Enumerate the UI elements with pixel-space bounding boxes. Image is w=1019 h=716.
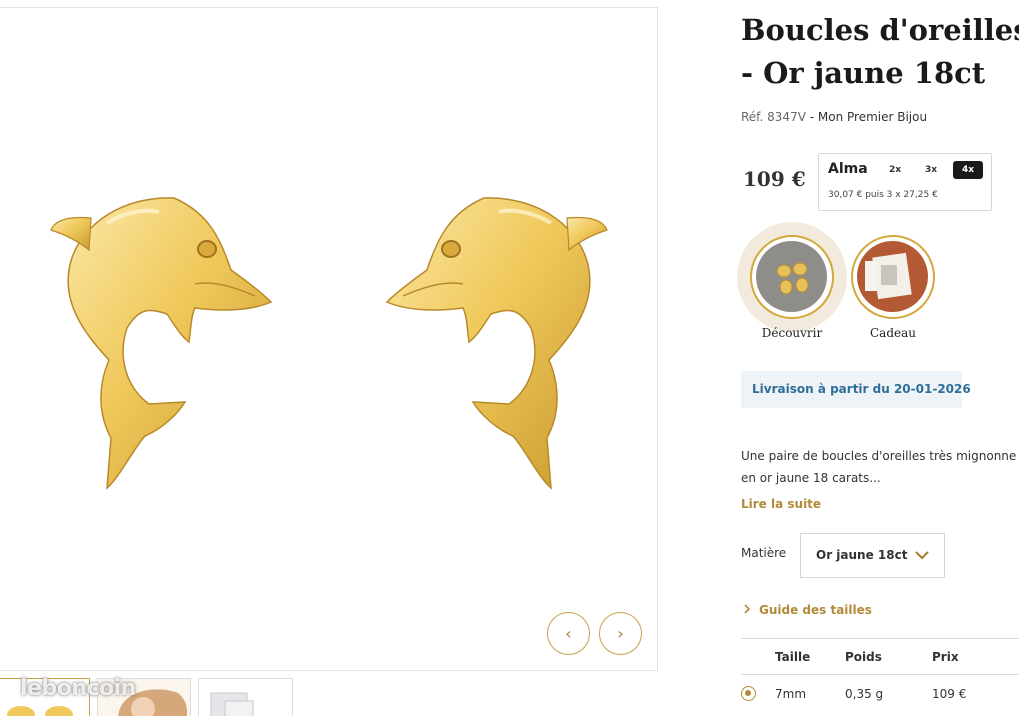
chevron-right-icon: [744, 604, 751, 614]
sizes-table-header: Taille Poids Prix: [741, 638, 1019, 675]
description-line-1: Une paire de boucles d'oreilles très mig…: [741, 449, 1017, 463]
header-poids: Poids: [845, 650, 882, 664]
occasion-decouvrir[interactable]: Découvrir: [737, 222, 847, 342]
table-row[interactable]: 7mm 0,35 g 109 €: [741, 676, 1019, 712]
brand-name: Mon Premier Bijou: [817, 110, 928, 124]
alma-option-4x[interactable]: 4x: [953, 161, 983, 179]
description-line-2: en or jaune 18 carats...: [741, 471, 881, 485]
chevron-down-icon: [915, 551, 929, 560]
thumbnail-3-image: [210, 692, 254, 716]
matiere-select[interactable]: Or jaune 18ct: [800, 533, 945, 578]
occasion-ring: [750, 235, 834, 319]
delivery-info: Livraison à partir du 20-01-2026: [741, 371, 971, 408]
occasion-cadeau-image: [857, 241, 928, 312]
row-poids: 0,35 g: [845, 687, 884, 701]
occasion-decouvrir-image: [756, 241, 827, 312]
row-taille: 7mm: [775, 687, 807, 701]
size-radio-selected[interactable]: [741, 686, 756, 701]
occasion-decouvrir-label: Découvrir: [761, 326, 823, 340]
product-title-line2: - Or jaune 18ct: [741, 56, 986, 90]
product-reference: Réf. 8347V - Mon Premier Bijou: [741, 110, 927, 124]
matiere-label: Matière: [741, 546, 787, 560]
thumbnail-3[interactable]: [198, 678, 293, 716]
matiere-selected-value: Or jaune 18ct: [816, 548, 908, 562]
reference-code: Réf. 8347V: [741, 110, 806, 124]
header-taille: Taille: [775, 650, 811, 664]
alma-option-3x[interactable]: 3x: [917, 161, 945, 179]
product-title: Boucles d'oreilles d - Or jaune 18ct: [741, 9, 1019, 95]
leboncoin-watermark: leboncoin: [20, 676, 136, 701]
size-guide-link[interactable]: Guide des tailles: [741, 603, 872, 617]
left-dolphin-earring: [50, 197, 273, 490]
occasion-cadeau-label: Cadeau: [869, 326, 916, 340]
reference-separator: -: [805, 110, 818, 124]
occasion-cadeau[interactable]: Cadeau: [838, 222, 948, 342]
dolphin-earrings-image: [50, 197, 608, 490]
alma-installment-detail: 30,07 € puis 3 x 27,25 €: [828, 190, 938, 200]
alma-option-2x[interactable]: 2x: [881, 161, 909, 179]
alma-logo: Alma: [828, 161, 868, 177]
chevron-right-icon: ›: [617, 624, 624, 643]
gallery-next-button[interactable]: ›: [599, 612, 642, 655]
chevron-left-icon: ‹: [565, 624, 572, 643]
read-more-link[interactable]: Lire la suite: [741, 497, 821, 511]
alma-payment-widget: Alma 2x 3x 4x 30,07 € puis 3 x 27,25 €: [818, 153, 992, 211]
size-guide-label: Guide des tailles: [759, 603, 872, 617]
right-dolphin-earring: [385, 197, 608, 490]
row-prix: 109 €: [932, 687, 967, 701]
product-image-gallery: ‹ ›: [0, 7, 658, 671]
product-description: Une paire de boucles d'oreilles très mig…: [741, 445, 1019, 489]
product-price: 109 €: [743, 167, 806, 191]
product-title-line1: Boucles d'oreilles: [741, 13, 1019, 47]
gallery-prev-button[interactable]: ‹: [547, 612, 590, 655]
header-prix: Prix: [932, 650, 959, 664]
occasion-ring: [851, 235, 935, 319]
